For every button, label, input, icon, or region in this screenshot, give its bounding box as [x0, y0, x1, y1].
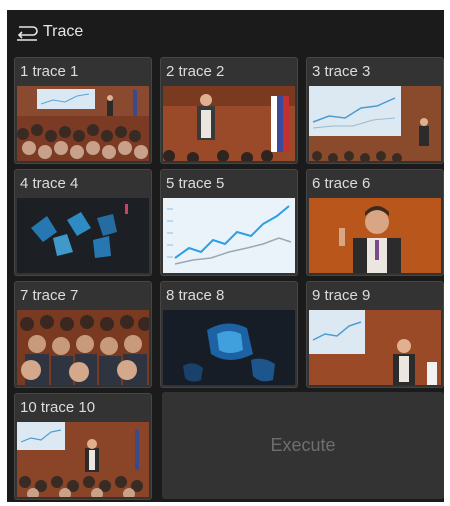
trace-thumbnail [17, 198, 149, 273]
execute-label: Execute [270, 435, 336, 455]
trace-tile-label: 2 trace 2 [166, 63, 225, 80]
trace-tile-10[interactable]: 10 trace 10 [14, 393, 152, 500]
trace-tile-4[interactable]: 4 trace 4 [14, 169, 152, 276]
trace-thumbnail [163, 86, 295, 161]
trace-tile-3[interactable]: 3 trace 3 [306, 57, 444, 164]
trace-tile-label: 3 trace 3 [312, 63, 371, 80]
trace-thumbnail [309, 310, 441, 385]
trace-tile-6[interactable]: 6 trace 6 [306, 169, 444, 276]
panel-title: Trace [43, 23, 84, 40]
trace-tile-label: 6 trace 6 [312, 175, 371, 192]
trace-thumbnail [163, 198, 295, 273]
trace-tile-8[interactable]: 8 trace 8 [160, 281, 298, 388]
trace-tile-1[interactable]: 1 trace 1 [14, 57, 152, 164]
trace-tile-7[interactable]: 7 trace 7 [14, 281, 152, 388]
trace-tile-2[interactable]: 2 trace 2 [160, 57, 298, 164]
trace-thumbnail [17, 422, 149, 497]
trace-thumbnail [309, 198, 441, 273]
panel-header: Trace [7, 10, 444, 54]
trace-tile-label: 5 trace 5 [166, 175, 225, 192]
trace-tile-label: 7 trace 7 [20, 287, 79, 304]
trace-tile-label: 1 trace 1 [20, 63, 79, 80]
trace-return-icon [13, 20, 41, 44]
trace-tile-label: 4 trace 4 [20, 175, 79, 192]
trace-tile-label: 8 trace 8 [166, 287, 225, 304]
trace-tile-9[interactable]: 9 trace 9 [306, 281, 444, 388]
trace-tile-label: 10 trace 10 [20, 399, 96, 416]
execute-button[interactable]: Execute [162, 392, 444, 499]
trace-tile-5[interactable]: 5 trace 5 [160, 169, 298, 276]
trace-thumbnail [17, 86, 149, 161]
trace-tile-label: 9 trace 9 [312, 287, 371, 304]
trace-panel: Trace 1 trace 1 2 trace 2 3 trace 3 4 tr… [7, 10, 444, 502]
trace-thumbnail [17, 310, 149, 385]
trace-thumbnail [163, 310, 295, 385]
trace-thumbnail [309, 86, 441, 161]
